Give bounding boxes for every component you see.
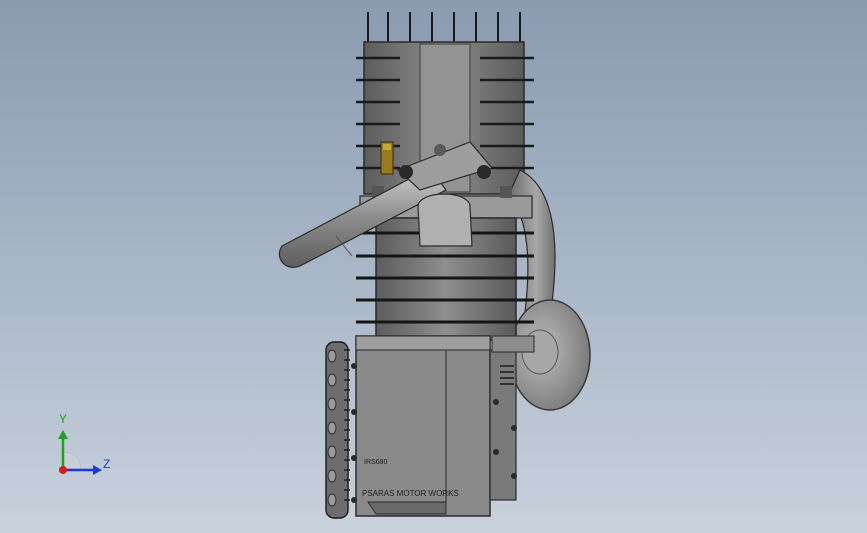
orientation-triad: Y Z [48,410,118,480]
head-top-fins [367,12,521,44]
z-axis-label: Z [103,457,111,471]
engraving-brand: PSARAS MOTOR WORKS [362,489,459,498]
y-axis-label: Y [59,412,68,426]
x-axis-icon [59,466,67,474]
engine-model[interactable] [0,0,867,533]
starter-gear[interactable] [325,341,350,519]
engraving-model-number: IRS680 [364,459,388,466]
intake-manifold[interactable] [417,193,473,247]
3d-viewport[interactable]: IRS680 PSARAS MOTOR WORKS Y Z [0,0,867,533]
spark-plug[interactable] [380,141,394,175]
